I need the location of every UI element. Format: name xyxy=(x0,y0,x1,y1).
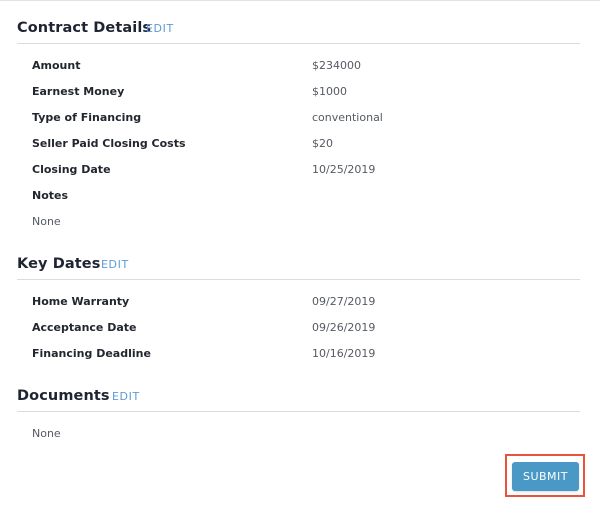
documents-title: Documents xyxy=(17,388,110,404)
documents-edit-link[interactable]: EDIT xyxy=(112,390,140,403)
contract-details-title: Contract Details xyxy=(17,20,152,36)
row-label: Closing Date xyxy=(32,163,111,176)
contract-row-closing-date: Closing Date 10/25/2019 xyxy=(32,163,572,181)
notes-value: None xyxy=(32,215,61,228)
key-dates-row-acceptance-date: Acceptance Date 09/26/2019 xyxy=(32,321,572,339)
notes-label: Notes xyxy=(32,189,69,202)
submit-button[interactable]: SUBMIT xyxy=(512,462,579,491)
row-value: 10/16/2019 xyxy=(312,347,376,360)
row-label: Financing Deadline xyxy=(32,347,151,360)
contract-row-notes: Notes xyxy=(32,189,572,207)
row-label: Seller Paid Closing Costs xyxy=(32,137,186,150)
key-dates-row-financing-deadline: Financing Deadline 10/16/2019 xyxy=(32,347,572,365)
row-value: conventional xyxy=(312,111,383,124)
contract-details-header: Contract Details EDIT xyxy=(17,11,580,44)
row-label: Amount xyxy=(32,59,81,72)
row-label: Acceptance Date xyxy=(32,321,137,334)
key-dates-header: Key Dates EDIT xyxy=(17,247,580,280)
key-dates-edit-link[interactable]: EDIT xyxy=(101,258,129,271)
key-dates-row-home-warranty: Home Warranty 09/27/2019 xyxy=(32,295,572,313)
row-value: 10/25/2019 xyxy=(312,163,376,176)
row-label: Type of Financing xyxy=(32,111,142,124)
contract-row-financing-type: Type of Financing conventional xyxy=(32,111,572,129)
top-divider xyxy=(0,0,600,1)
contract-row-earnest-money: Earnest Money $1000 xyxy=(32,85,572,103)
documents-value: None xyxy=(32,427,61,440)
contract-details-edit-link[interactable]: EDIT xyxy=(146,22,174,35)
row-label: Earnest Money xyxy=(32,85,125,98)
row-value: 09/26/2019 xyxy=(312,321,376,334)
row-value: $1000 xyxy=(312,85,347,98)
row-value: 09/27/2019 xyxy=(312,295,376,308)
row-value: $234000 xyxy=(312,59,361,72)
key-dates-title: Key Dates xyxy=(17,256,101,272)
contract-row-amount: Amount $234000 xyxy=(32,59,572,77)
row-label: Home Warranty xyxy=(32,295,130,308)
row-value: $20 xyxy=(312,137,333,150)
contract-row-seller-closing-costs: Seller Paid Closing Costs $20 xyxy=(32,137,572,155)
documents-header: Documents EDIT xyxy=(17,379,580,412)
